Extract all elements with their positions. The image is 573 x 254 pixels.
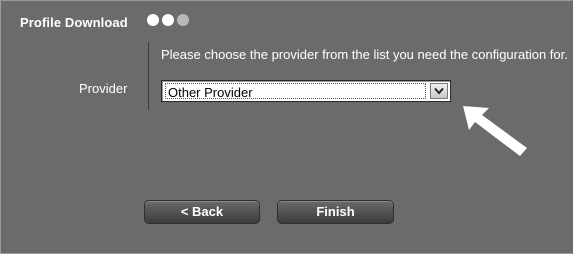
finish-button[interactable]: Finish [277,200,394,224]
step-1-dot [147,14,159,26]
page-title: Profile Download [20,15,128,30]
step-indicator [147,14,189,28]
instruction-text: Please choose the provider from the list… [161,47,568,62]
step-3-dot [177,14,189,26]
chevron-down-icon [434,87,444,95]
divider [148,42,149,110]
back-button[interactable]: < Back [144,200,260,224]
provider-select-value: Other Provider [168,85,253,100]
provider-label: Provider [79,81,128,96]
arrow-pointer-icon [463,106,527,156]
step-2-dot [162,14,174,26]
provider-select[interactable]: Other Provider [161,80,451,102]
dropdown-button[interactable] [430,83,448,99]
